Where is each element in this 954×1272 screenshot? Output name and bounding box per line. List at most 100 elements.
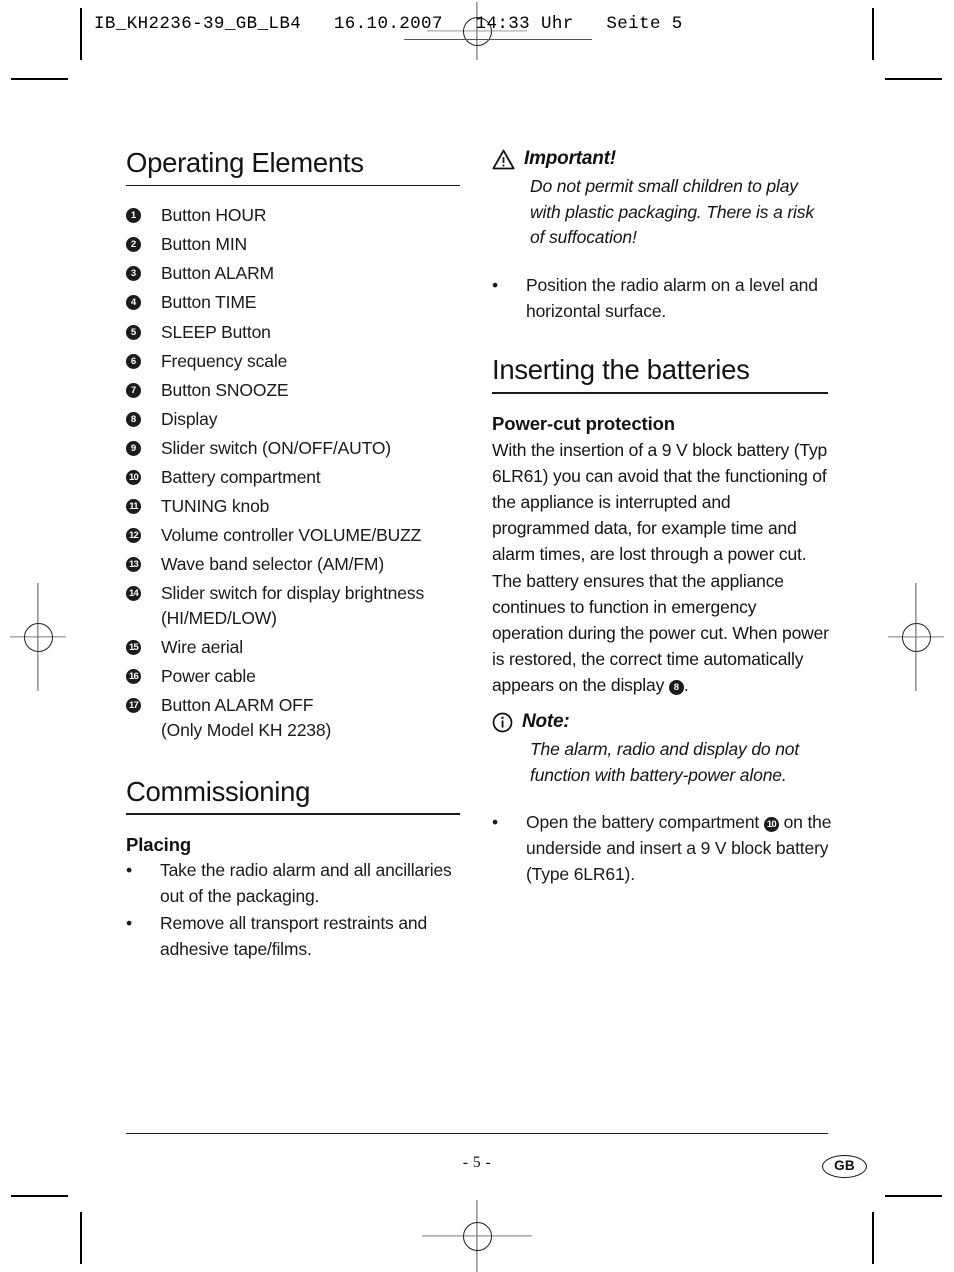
- placing-bullet-list: • Take the radio alarm and all ancillari…: [126, 858, 466, 963]
- note-notice: Note: The alarm, radio and display do no…: [492, 711, 832, 788]
- bullet-dot-icon: •: [126, 860, 132, 880]
- number-badge-4: 4: [126, 295, 141, 311]
- number-badge-2: 2: [126, 237, 141, 253]
- subheading-power-cut-protection: Power-cut protection: [492, 412, 676, 434]
- important-notice-body: Do not permit small children to play wit…: [530, 176, 814, 248]
- list-item: 9 Slider switch (ON/OFF/AUTO): [126, 436, 466, 461]
- list-item: • Position the radio alarm on a level an…: [492, 273, 832, 325]
- number-badge-11: 11: [126, 498, 141, 514]
- battery-text-before: Open the battery compartment: [526, 812, 764, 833]
- list-item-label-line1: Button ALARM OFF: [161, 694, 314, 715]
- list-item-label: Display: [161, 408, 218, 429]
- bullet-text: Take the radio alarm and all ancillaries…: [160, 860, 452, 906]
- list-item-label: Wave band selector (AM/FM): [161, 553, 385, 574]
- number-badge-10: 10: [126, 469, 141, 485]
- bullet-dot-icon: •: [126, 912, 132, 933]
- list-item: 4 Button TIME: [126, 290, 466, 315]
- note-notice-header: Note:: [492, 711, 832, 733]
- operating-elements-rule: [126, 184, 460, 187]
- list-item: 5 SLEEP Button: [126, 320, 466, 345]
- bullet-dot-icon: •: [492, 274, 498, 295]
- number-badge-9: 9: [126, 440, 141, 456]
- power-cut-text-after: .: [683, 675, 689, 696]
- list-item: 17 Button ALARM OFF (Only Model KH 2238): [126, 693, 466, 743]
- registration-mark-right-icon: [888, 583, 944, 691]
- list-item-label: Battery compartment: [161, 466, 321, 487]
- list-item: 1 Button HOUR: [126, 203, 466, 228]
- list-item-label-line2: (HI/MED/LOW): [161, 607, 277, 628]
- list-item-label: Power cable: [161, 665, 256, 686]
- number-badge-13: 13: [126, 556, 141, 572]
- list-item-label-line2: (Only Model KH 2238): [161, 719, 332, 740]
- note-notice-body: The alarm, radio and display do not func…: [530, 739, 800, 785]
- list-item: • Remove all transport restraints and ad…: [126, 911, 466, 963]
- list-item-label: Button ALARM: [161, 263, 274, 284]
- important-notice-header: Important!: [492, 148, 832, 170]
- locale-badge-gb: GB: [822, 1155, 867, 1178]
- list-item: 2 Button MIN: [126, 232, 466, 257]
- list-item-label: Wire aerial: [161, 636, 243, 657]
- list-item-label: Volume controller VOLUME/BUZZ: [161, 524, 422, 545]
- registration-mark-left-icon: [10, 583, 66, 691]
- number-badge-12: 12: [126, 527, 141, 543]
- list-item: 3 Button ALARM: [126, 261, 466, 286]
- power-cut-text-before: With the insertion of a 9 V block batter…: [492, 439, 829, 696]
- number-badge-15: 15: [126, 639, 141, 655]
- header-underline: [404, 39, 592, 41]
- page-title-commissioning: Commissioning: [126, 775, 311, 807]
- inserting-batteries-rule: [492, 392, 828, 394]
- bullet-text: Open the battery compartment 10 on the u…: [526, 810, 832, 888]
- list-item: 15 Wire aerial: [126, 635, 466, 660]
- crop-mark-top-left-vertical: [80, 8, 82, 60]
- important-notice-title: Important!: [524, 148, 616, 169]
- number-badge-5: 5: [126, 324, 141, 340]
- subheading-placing: Placing: [126, 834, 192, 855]
- power-cut-protection-paragraph: With the insertion of a 9 V block batter…: [492, 437, 832, 699]
- list-item-label-line1: Slider switch for display brightness: [161, 582, 425, 603]
- crop-mark-top-right-horizontal: [885, 78, 942, 80]
- inline-number-badge-10: 10: [763, 817, 779, 833]
- crop-mark-bottom-left-horizontal: [11, 1195, 68, 1197]
- list-item: 12 Volume controller VOLUME/BUZZ: [126, 523, 466, 548]
- list-item: 6 Frequency scale: [126, 349, 466, 374]
- registration-mark-bottom-icon: [422, 1200, 532, 1272]
- list-item: 7 Button SNOOZE: [126, 378, 466, 403]
- list-item-label: Button SNOOZE: [161, 379, 289, 400]
- info-circle-icon: [492, 712, 513, 733]
- page-number: - 5 -: [462, 1154, 492, 1171]
- list-item: 8 Display: [126, 407, 466, 432]
- number-badge-8: 8: [126, 411, 141, 427]
- list-item-label: Frequency scale: [161, 350, 288, 371]
- list-item-label: Slider switch (ON/OFF/AUTO): [161, 437, 391, 458]
- warning-triangle-icon: [492, 149, 515, 170]
- list-item: • Open the battery compartment 10 on the…: [492, 810, 832, 888]
- left-column: Operating Elements 1 Button HOUR 2 Butto…: [126, 147, 466, 964]
- important-notice: Important! Do not permit small children …: [492, 148, 832, 251]
- number-badge-16: 16: [126, 668, 141, 684]
- number-badge-3: 3: [126, 266, 141, 282]
- number-badge-14: 14: [126, 585, 141, 601]
- number-badge-1: 1: [126, 208, 141, 224]
- page-title-inserting-batteries: Inserting the batteries: [492, 354, 750, 386]
- crop-mark-top-right-vertical: [872, 8, 874, 60]
- document-print-header: IB_KH2236-39_GB_LB4 16.10.2007 14:33 Uhr…: [94, 14, 683, 34]
- crop-mark-bottom-right-horizontal: [885, 1195, 942, 1197]
- number-badge-17: 17: [126, 697, 141, 713]
- list-item: 16 Power cable: [126, 664, 466, 689]
- list-item-label: Button HOUR: [161, 205, 267, 226]
- crop-mark-top-left-horizontal: [11, 78, 68, 80]
- bullet-text: Remove all transport restraints and adhe…: [160, 912, 428, 959]
- inline-number-badge-8: 8: [668, 680, 684, 696]
- position-bullet-list: • Position the radio alarm on a level an…: [492, 273, 832, 325]
- list-item-label: TUNING knob: [161, 495, 270, 516]
- list-item-label: Button TIME: [161, 292, 257, 313]
- page-title-operating-elements: Operating Elements: [126, 147, 364, 178]
- note-notice-title: Note:: [522, 711, 570, 733]
- footer-rule: [126, 1133, 828, 1135]
- commissioning-rule: [126, 813, 460, 815]
- list-item-label: Slider switch for display brightness (HI…: [161, 581, 466, 631]
- list-item-label: Button ALARM OFF (Only Model KH 2238): [161, 693, 466, 743]
- list-item: • Take the radio alarm and all ancillari…: [126, 858, 466, 910]
- crop-mark-bottom-left-vertical: [80, 1212, 82, 1264]
- bullet-dot-icon: •: [492, 812, 498, 833]
